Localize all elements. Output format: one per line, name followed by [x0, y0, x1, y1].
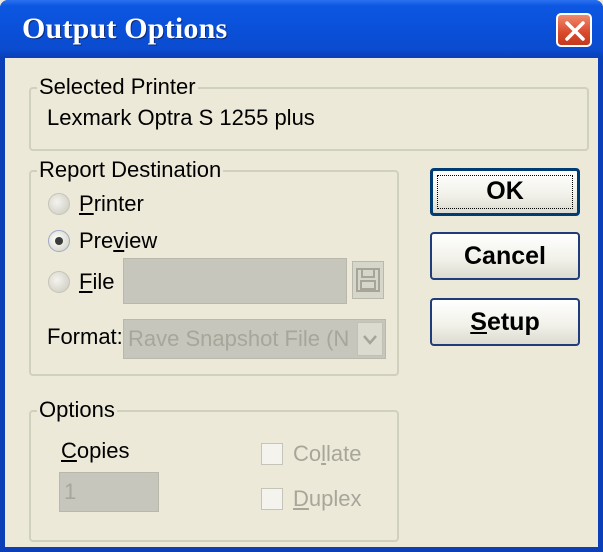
output-options-dialog: Output Options Selected Printer Lexmark …	[0, 0, 603, 552]
cancel-button-label: Cancel	[464, 242, 546, 270]
floppy-disk-icon	[356, 268, 380, 292]
copies-value: 1	[64, 479, 77, 504]
format-select[interactable]: Rave Snapshot File (ND	[123, 319, 386, 359]
options-legend: Options	[37, 397, 117, 423]
title-bar[interactable]: Output Options	[0, 0, 603, 58]
selected-printer-legend: Selected Printer	[37, 74, 198, 100]
save-file-button[interactable]	[352, 261, 384, 299]
copies-label: Copies	[61, 438, 130, 463]
radio-selected-dot	[55, 237, 63, 245]
selected-printer-group: Selected Printer Lexmark Optra S 1255 pl…	[29, 74, 589, 151]
duplex-label[interactable]: Duplex	[293, 486, 361, 512]
report-destination-legend: Report Destination	[37, 157, 224, 183]
close-icon	[565, 21, 585, 41]
options-group: Options Copies 1 Collate Duplex	[29, 397, 399, 542]
format-label: Format:	[47, 324, 123, 349]
ok-button-label: OK	[486, 177, 524, 205]
format-dropdown-button[interactable]	[357, 322, 383, 356]
copies-input[interactable]: 1	[59, 472, 159, 512]
cancel-button[interactable]: Cancel	[430, 232, 580, 280]
file-radio-label[interactable]: File	[79, 269, 114, 295]
dialog-body: Selected Printer Lexmark Optra S 1255 pl…	[5, 58, 598, 547]
selected-printer-name: Lexmark Optra S 1255 plus	[47, 105, 315, 130]
collate-checkbox[interactable]	[261, 443, 283, 465]
ok-button[interactable]: OK	[430, 168, 580, 216]
report-destination-group: Report Destination Printer Preview File …	[29, 157, 399, 376]
close-button[interactable]	[556, 13, 592, 47]
duplex-checkbox[interactable]	[261, 488, 283, 510]
format-select-value: Rave Snapshot File (ND	[128, 326, 350, 351]
file-radio[interactable]	[48, 271, 70, 293]
setup-button-label: Setup	[470, 308, 540, 336]
collate-label[interactable]: Collate	[293, 441, 362, 467]
preview-radio-label[interactable]: Preview	[79, 228, 157, 254]
chevron-down-icon	[363, 335, 377, 345]
window-title: Output Options	[22, 12, 228, 45]
printer-radio-label[interactable]: Printer	[79, 191, 144, 217]
setup-button[interactable]: Setup	[430, 298, 580, 346]
file-path-input[interactable]	[123, 258, 347, 304]
preview-radio[interactable]	[48, 230, 70, 252]
printer-radio[interactable]	[48, 193, 70, 215]
